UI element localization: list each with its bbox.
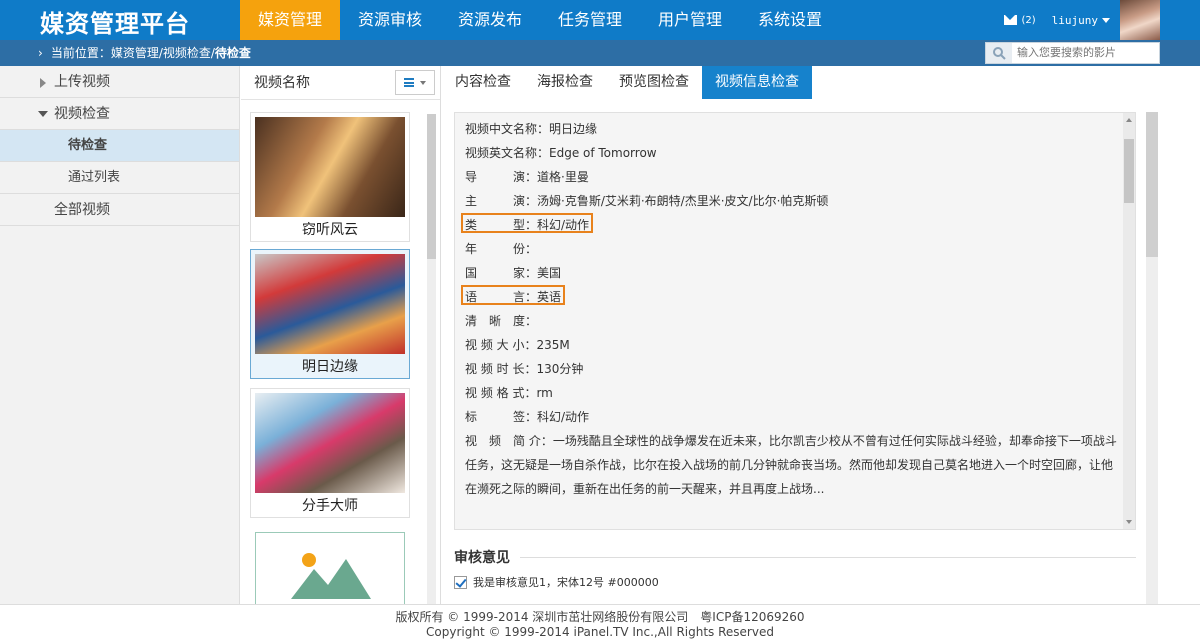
breadcrumb-arrow-icon: › xyxy=(38,46,43,60)
search-input[interactable] xyxy=(1012,43,1159,63)
video-info-box: 视频中文名称：明日边缘 视频英文名称：Edge of Tomorrow 导 演：… xyxy=(454,112,1136,530)
chevron-right-icon xyxy=(40,78,46,88)
video-card[interactable]: 窃听风云 xyxy=(250,112,410,242)
main-scrollbar[interactable] xyxy=(1146,112,1158,604)
nav-system-settings[interactable]: 系统设置 xyxy=(740,0,840,40)
video-thumbnail xyxy=(255,254,405,354)
info-synopsis-1: 视 频 简 介：一场残酷且全球性的战争爆发在近未来，比尔凯吉少校从不曾有过任何实… xyxy=(465,434,1117,448)
search-button[interactable] xyxy=(986,43,1012,63)
video-list-title: 视频名称 xyxy=(254,75,310,91)
video-title: 分手大师 xyxy=(302,498,358,514)
scrollbar-thumb[interactable] xyxy=(427,114,436,259)
sidebar-item-label: 上传视频 xyxy=(54,74,110,90)
video-card[interactable]: 明日边缘 xyxy=(250,249,410,379)
breadcrumb-current: 待检查 xyxy=(214,46,251,60)
chevron-down-icon[interactable] xyxy=(1102,17,1110,23)
tab-content-check[interactable]: 内容检查 xyxy=(442,66,524,99)
video-list-header: 视频名称 xyxy=(241,66,440,100)
main-panel: 内容检查 海报检查 预览图检查 视频信息检查 视频中文名称：明日边缘 视频英文名… xyxy=(442,66,1200,604)
info-cast: 主 演：汤姆·克鲁斯/艾米莉·布朗特/杰里米·皮文/比尔·帕克斯顿 xyxy=(465,194,829,208)
scroll-up-icon[interactable] xyxy=(1126,118,1132,122)
top-bar: 媒资管理平台 媒资管理 资源审核 资源发布 任务管理 用户管理 系统设置 (2)… xyxy=(0,0,1200,40)
tab-preview-check[interactable]: 预览图检查 xyxy=(606,66,702,99)
avatar[interactable] xyxy=(1120,0,1160,40)
image-placeholder-icon xyxy=(291,553,371,599)
video-card[interactable]: 分手大师 xyxy=(250,388,410,518)
user-area: (2) liujuny xyxy=(1004,0,1200,40)
sidebar-item-upload-video[interactable]: 上传视频 xyxy=(0,66,239,98)
review-option-checkbox[interactable] xyxy=(454,575,467,589)
view-mode-select[interactable] xyxy=(395,70,435,95)
search-box xyxy=(985,42,1160,64)
mail-count: (2) xyxy=(1021,14,1036,26)
video-thumbnail xyxy=(255,393,405,493)
review-option-label: 我是审核意见1，宋体12号 #000000 xyxy=(473,576,659,589)
video-thumbnail xyxy=(255,117,405,217)
info-size: 视 频 大 小：235M xyxy=(465,338,570,352)
scroll-down-icon[interactable] xyxy=(1126,520,1132,524)
tab-video-info-check[interactable]: 视频信息检查 xyxy=(702,66,812,99)
info-synopsis-3: 在濒死之际的瞬间，重新在出任务的前一天醒来，并且再度上战场... xyxy=(465,482,825,496)
nav-resource-review[interactable]: 资源审核 xyxy=(340,0,440,40)
sidebar-item-passed[interactable]: 通过列表 xyxy=(0,162,239,194)
info-duration: 视 频 时 长：130分钟 xyxy=(465,362,584,376)
info-format: 视 频 格 式：rm xyxy=(465,386,553,400)
nav-user-management[interactable]: 用户管理 xyxy=(640,0,740,40)
review-option[interactable]: 我是审核意见1，宋体12号 #000000 xyxy=(454,574,659,590)
sidebar-item-label: 全部视频 xyxy=(54,202,110,218)
video-title: 窃听风云 xyxy=(302,222,358,238)
video-list-scrollbar[interactable] xyxy=(427,114,436,604)
sidebar-item-video-check[interactable]: 视频检查 xyxy=(0,98,239,130)
sidebar-item-all-videos[interactable]: 全部视频 xyxy=(0,194,239,226)
sidebar-item-label: 视频检查 xyxy=(54,106,110,122)
main-nav: 媒资管理 资源审核 资源发布 任务管理 用户管理 系统设置 xyxy=(240,0,840,40)
info-scrollbar[interactable] xyxy=(1123,113,1135,529)
nav-resource-publish[interactable]: 资源发布 xyxy=(440,0,540,40)
scrollbar-thumb[interactable] xyxy=(1124,139,1134,203)
nav-task-management[interactable]: 任务管理 xyxy=(540,0,640,40)
sidebar-item-label: 通过列表 xyxy=(68,170,121,185)
review-title: 审核意见 xyxy=(454,550,510,566)
chevron-down-icon xyxy=(420,80,426,85)
sidebar-item-label: 待检查 xyxy=(68,138,108,153)
footer: 版权所有 © 1999-2014 深圳市茁壮网络股份有限公司 粤ICP备1206… xyxy=(0,604,1200,643)
search-icon xyxy=(992,46,1006,60)
info-tags: 标 签：科幻/动作 xyxy=(465,410,590,424)
info-language: 语 言：英语 xyxy=(461,285,566,305)
info-synopsis-2: 任务，这无疑是一场自杀作战，比尔在投入战场的前几分钟就命丧当场。然而他却发现自己… xyxy=(465,458,1114,472)
user-name[interactable]: liujuny xyxy=(1052,14,1098,27)
breadcrumb-path: 当前位置：媒资管理/视频检查/ xyxy=(50,46,215,60)
breadcrumb: › 当前位置：媒资管理/视频检查/待检查 xyxy=(38,40,251,66)
check-tabs: 内容检查 海报检查 预览图检查 视频信息检查 xyxy=(442,66,812,99)
footer-copyright-cn: 版权所有 © 1999-2014 深圳市茁壮网络股份有限公司 粤ICP备1206… xyxy=(395,610,805,624)
sidebar: 上传视频 视频检查 待检查 通过列表 全部视频 xyxy=(0,66,240,604)
sidebar-item-pending[interactable]: 待检查 xyxy=(0,130,239,162)
footer-copyright-en: Copyright © 1999-2014 iPanel.TV Inc.,All… xyxy=(426,625,774,639)
video-title: 明日边缘 xyxy=(302,359,358,375)
video-list-panel: 视频名称 窃听风云 明日边缘 分手大师 xyxy=(241,66,441,612)
tab-poster-check[interactable]: 海报检查 xyxy=(524,66,606,99)
info-resolution: 清 晰 度： xyxy=(465,314,538,328)
app-logo: 媒资管理平台 xyxy=(40,9,190,38)
nav-media-management[interactable]: 媒资管理 xyxy=(240,0,340,40)
image-placeholder[interactable] xyxy=(255,532,405,612)
chevron-down-icon xyxy=(38,111,48,117)
scrollbar-thumb[interactable] xyxy=(1146,112,1158,257)
info-english-name: 视频英文名称：Edge of Tomorrow xyxy=(465,146,657,160)
info-country: 国 家：美国 xyxy=(465,266,562,280)
info-genre: 类 型：科幻/动作 xyxy=(461,213,594,233)
info-director: 导 演：道格·里曼 xyxy=(465,170,589,184)
list-icon xyxy=(404,78,414,87)
review-divider xyxy=(520,557,1136,558)
info-chinese-name: 视频中文名称：明日边缘 xyxy=(465,122,598,136)
info-year: 年 份： xyxy=(465,242,538,256)
mail-icon[interactable] xyxy=(1004,15,1018,25)
